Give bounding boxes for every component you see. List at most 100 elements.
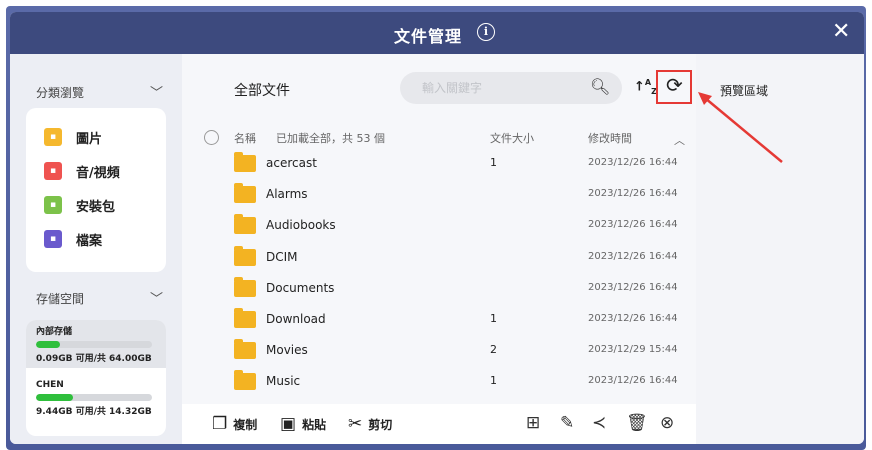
file-size: 1 <box>490 156 497 169</box>
table-row[interactable]: Movies 2 2023/12/29 15:44 <box>182 338 696 368</box>
storage-bar-fill <box>36 341 61 348</box>
loaded-count: 已加載全部，共 53 個 <box>276 132 385 145</box>
file-name: Alarms <box>266 187 308 202</box>
table-row[interactable]: Music 1 2023/12/26 16:44 <box>182 369 696 399</box>
file-date: 2023/12/26 16:44 <box>588 281 678 293</box>
file-size: 1 <box>490 312 497 325</box>
storage-bar <box>36 341 152 348</box>
file-date: 2023/12/26 16:44 <box>588 219 678 231</box>
size-column-header[interactable]: 文件大小 <box>490 130 534 146</box>
table-row[interactable]: Download 1 2023/12/26 16:44 <box>182 307 696 337</box>
file-name: Audiobooks <box>266 218 336 233</box>
title-bar: 文件管理 i ✕ <box>10 12 864 54</box>
package-icon: ▪ <box>44 196 62 214</box>
sidebar-item-4[interactable]: ▪ 檔案 <box>44 228 102 250</box>
sidebar: 分類瀏覽 ﹀ ▪ 圖片 ▪ 音/視頻 ▪ 安裝包 ▪ 檔案 存儲空間 ﹀ 內部存儲 0.09GB… <box>10 54 182 444</box>
search-icon[interactable]: 🔍︎ <box>590 77 610 96</box>
sidebar-item-3[interactable]: ▪ 安裝包 <box>44 194 115 216</box>
folder-icon <box>234 308 256 328</box>
sidebar-item-2[interactable]: ▪ 音/視頻 <box>44 160 120 182</box>
file-date: 2023/12/29 15:44 <box>588 344 678 356</box>
video-icon: ▪ <box>44 162 62 180</box>
folder-icon <box>234 214 256 235</box>
file-name: Music <box>266 374 301 389</box>
file-date: 2023/12/26 16:44 <box>588 188 678 200</box>
breadcrumb[interactable]: 全部文件 <box>234 80 290 100</box>
chevron-down-icon[interactable]: ﹀ <box>150 288 163 307</box>
storage-capacity: 9.44GB 可用/共 14.32GB <box>36 407 152 417</box>
share-icon[interactable]: ≺ <box>592 413 606 433</box>
select-all-checkbox[interactable] <box>204 130 219 145</box>
file-date: 2023/12/26 16:44 <box>588 375 678 387</box>
sidebar-item-1[interactable]: ▪ 圖片 <box>44 126 102 148</box>
paste-label: 粘貼 <box>302 417 327 432</box>
file-manager-dialog: 文件管理 i ✕ 分類瀏覽 ﹀ ▪ 圖片 ▪ 音/視頻 ▪ 安裝包 ▪ 檔案 存儲空間 ﹀ 內… <box>10 12 864 444</box>
cut-label: 剪切 <box>368 417 393 432</box>
list-header: 名稱 已加載全部，共 53 個 文件大小 修改時間 ︿ <box>182 126 696 150</box>
sidebar-item-label: 圖片 <box>76 131 103 147</box>
info-icon[interactable]: i <box>477 23 495 41</box>
categories-header[interactable]: 分類瀏覽 <box>36 84 84 101</box>
cancel-icon[interactable]: ⊗ <box>660 413 674 433</box>
cut-icon: ✂ <box>348 414 363 434</box>
copy-icon: ❐ <box>212 414 228 434</box>
storage-name: 內部存儲 <box>36 327 73 337</box>
file-name: Download <box>266 312 326 326</box>
rename-icon[interactable]: ✎ <box>560 413 574 433</box>
file-date: 2023/12/26 16:44 <box>588 250 678 262</box>
table-row[interactable]: DCIM 2023/12/26 16:44 <box>182 245 696 275</box>
file-name: Movies <box>266 343 308 358</box>
category-list: ▪ 圖片 ▪ 音/視頻 ▪ 安裝包 ▪ 檔案 <box>26 108 166 272</box>
delete-icon[interactable]: 🗑︎ <box>626 413 648 433</box>
storage-item[interactable]: 內部存儲 0.09GB 可用/共 64.00GB <box>26 320 166 368</box>
file-name: acercast <box>266 156 317 170</box>
table-row[interactable]: Documents 2023/12/26 16:44 <box>182 276 696 306</box>
storage-header[interactable]: 存儲空間 <box>36 290 84 307</box>
storage-list: 內部存儲 0.09GB 可用/共 64.00GB CHEN 9.44GB 可用/共 1… <box>26 320 166 436</box>
file-date: 2023/12/26 16:44 <box>588 157 678 168</box>
storage-capacity: 0.09GB 可用/共 64.00GB <box>36 354 152 364</box>
file-size: 2 <box>490 343 497 357</box>
folder-icon <box>234 152 256 172</box>
table-row[interactable]: Alarms 2023/12/26 16:44 <box>182 182 696 212</box>
folder-icon <box>234 276 256 297</box>
preview-title: 預覽區域 <box>720 84 769 98</box>
modified-column-header[interactable]: 修改時間 <box>588 130 632 146</box>
storage-name: CHEN <box>36 380 64 390</box>
sidebar-item-label: 檔案 <box>76 233 103 249</box>
file-name: DCIM <box>266 249 298 264</box>
file-date: 2023/12/26 16:44 <box>588 313 678 324</box>
image-icon: ▪ <box>44 128 62 146</box>
file-name: Documents <box>266 280 335 295</box>
sidebar-item-label: 音/視頻 <box>76 165 120 181</box>
collapse-icon[interactable]: ︿ <box>674 132 685 148</box>
copy-label: 複制 <box>233 417 258 432</box>
paste-icon: ▣ <box>280 414 297 434</box>
storage-bar <box>36 394 152 401</box>
storage-bar-fill <box>36 394 74 401</box>
chevron-down-icon[interactable]: ﹀ <box>150 82 163 101</box>
table-row[interactable]: acercast 1 2023/12/26 16:44 <box>182 151 696 181</box>
folder-icon <box>234 245 256 266</box>
name-column-header[interactable]: 名稱 <box>234 130 256 146</box>
bottom-toolbar: ❐ 複制 ▣ 粘貼 ✂ 剪切 ⊞ ✎ ≺ 🗑︎ ⊗ <box>182 404 696 444</box>
table-row[interactable]: Audiobooks 2023/12/26 16:44 <box>182 213 696 243</box>
search-input[interactable] <box>400 72 622 104</box>
folder-icon <box>234 183 256 204</box>
refresh-icon[interactable]: ⟳ <box>666 73 683 97</box>
file-size: 1 <box>490 374 497 388</box>
file-list-panel: 全部文件 🔍︎ ↑AZ ⟳ 名稱 已加載全部，共 53 個 文件大小 修改時間 … <box>182 54 696 444</box>
paste-button[interactable]: ▣ 粘貼 <box>280 414 326 434</box>
storage-item[interactable]: CHEN 9.44GB 可用/共 14.32GB <box>26 376 166 421</box>
sidebar-item-label: 安裝包 <box>76 199 116 215</box>
cut-button[interactable]: ✂ 剪切 <box>348 414 392 434</box>
close-icon[interactable]: ✕ <box>832 20 850 44</box>
new-folder-icon[interactable]: ⊞ <box>526 413 540 433</box>
preview-panel: 預覽區域 <box>696 54 864 444</box>
folder-icon <box>234 339 256 360</box>
folder-icon <box>234 370 256 391</box>
window-title: 文件管理 <box>394 27 463 46</box>
copy-button[interactable]: ❐ 複制 <box>212 414 257 434</box>
sort-icon[interactable]: ↑AZ <box>634 78 657 96</box>
document-icon: ▪ <box>44 230 62 248</box>
